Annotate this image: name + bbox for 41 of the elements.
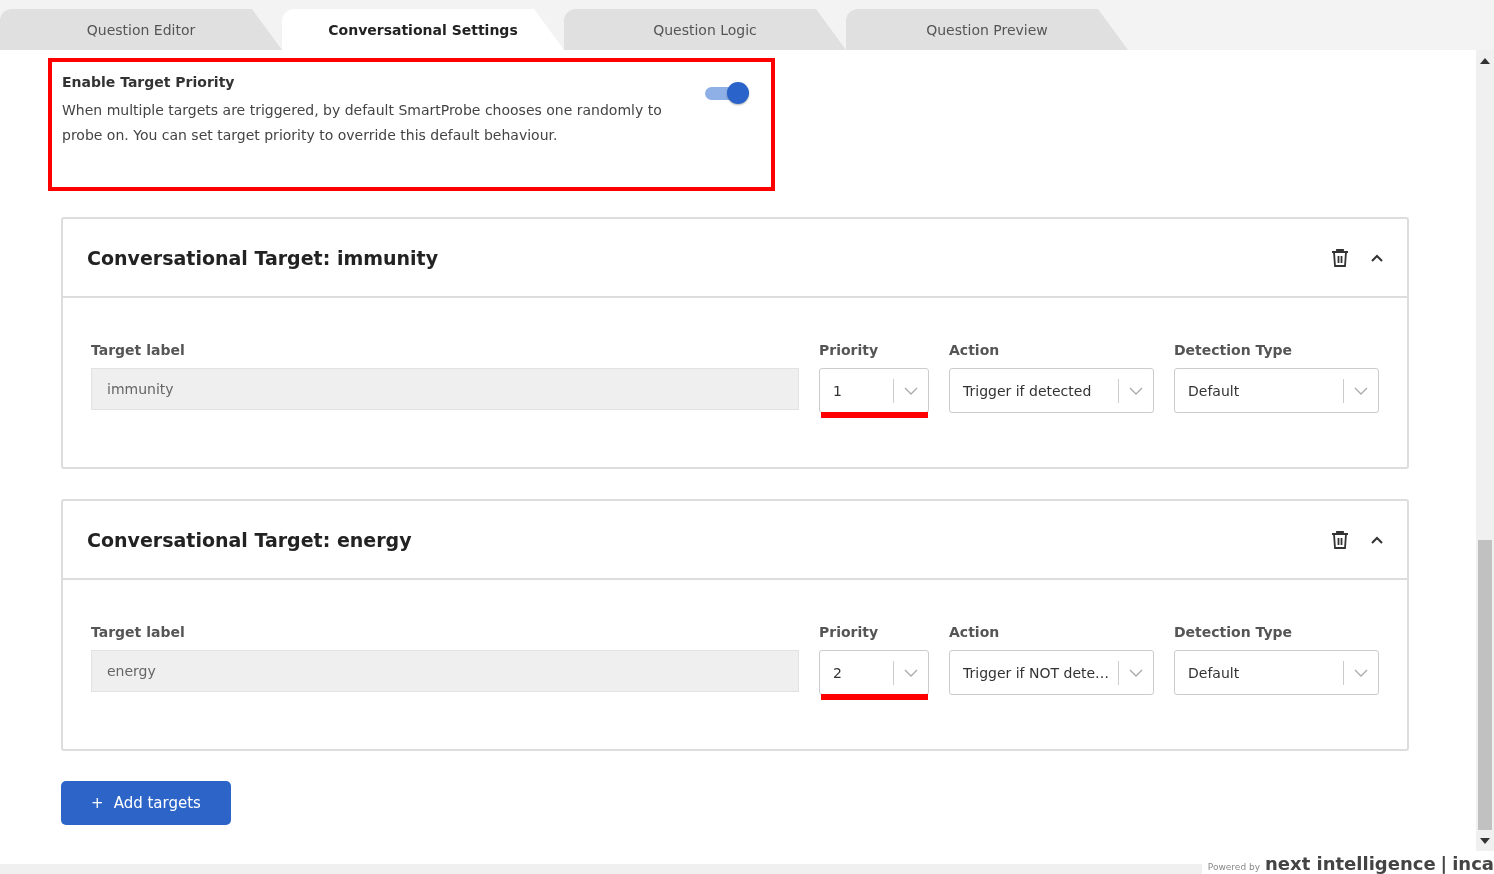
field-label: Detection Type <box>1174 342 1294 358</box>
chevron-down-icon <box>1129 386 1143 395</box>
scrollbar-thumb[interactable] <box>1478 540 1492 830</box>
select-field[interactable]: Trigger if NOT dete… <box>949 650 1154 695</box>
chevron-down-icon <box>904 386 918 395</box>
card-title: Conversational Target: immunity <box>87 246 440 269</box>
select-field[interactable]: Trigger if detected <box>949 368 1154 413</box>
partner-logo: inca <box>1452 853 1494 874</box>
field-label: Priority <box>819 624 880 640</box>
powered-by-text: Powered by <box>1207 862 1260 872</box>
chevron-down-icon <box>904 668 918 677</box>
card-title: Conversational Target: energy <box>87 528 413 551</box>
select-field[interactable]: Default <box>1174 650 1379 695</box>
input-field[interactable]: immunity <box>91 368 799 410</box>
field-label: Detection Type <box>1174 624 1294 640</box>
logo-separator: | <box>1440 853 1448 874</box>
tab[interactable]: Question Preview <box>846 9 1128 50</box>
scroll-up-icon[interactable] <box>1480 58 1490 64</box>
field-label: Target label <box>91 342 186 358</box>
chevron-up-icon[interactable] <box>1371 253 1383 262</box>
tab[interactable]: Question Logic <box>564 9 846 50</box>
field-label: Priority <box>819 342 880 358</box>
field-label: Action <box>949 624 1001 640</box>
chevron-down-icon <box>1354 386 1368 395</box>
trash-icon[interactable] <box>1331 247 1349 268</box>
add-targets-button[interactable]: + Add targets <box>61 781 231 825</box>
input-field[interactable]: energy <box>91 650 799 692</box>
trash-icon[interactable] <box>1331 529 1349 550</box>
setting-title: Enable Target Priority <box>62 74 236 90</box>
scroll-down-icon[interactable] <box>1480 838 1490 844</box>
toggle-switch[interactable] <box>705 82 749 104</box>
field-label: Target label <box>91 624 186 640</box>
setting-description: When multiple targets are triggered, by default SmartProbe chooses one randomly to probe on. You can set target priority to override this default behaviour. <box>62 101 663 145</box>
brand-logo: next intelligence <box>1265 853 1436 874</box>
chevron-down-icon <box>1354 668 1368 677</box>
tab[interactable]: Question Editor <box>0 9 282 50</box>
tab[interactable]: Conversational Settings <box>282 9 564 50</box>
chevron-down-icon <box>1129 668 1143 677</box>
select-field[interactable]: Default <box>1174 368 1379 413</box>
field-label: Action <box>949 342 1001 358</box>
chevron-up-icon[interactable] <box>1371 535 1383 544</box>
